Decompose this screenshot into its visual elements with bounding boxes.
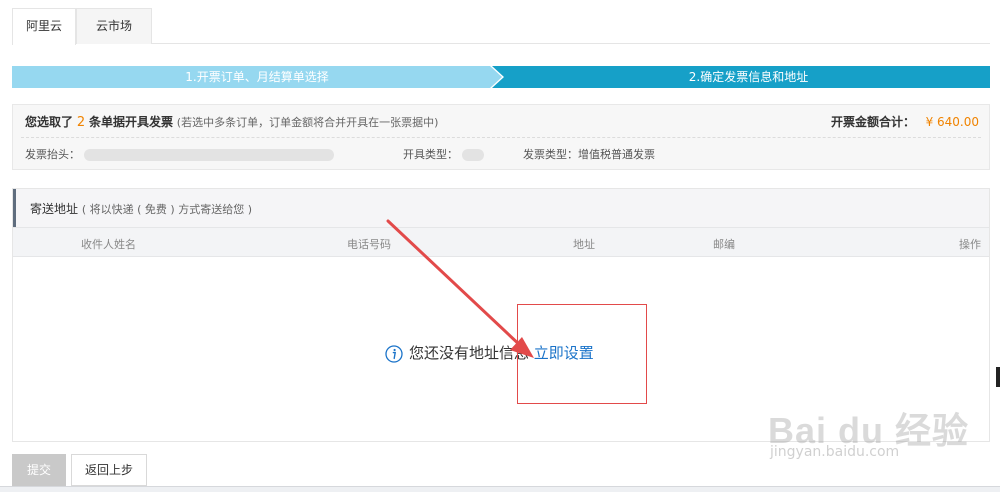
annotation-highlight-box bbox=[517, 304, 647, 404]
watermark-url: jingyan.baidu.com bbox=[770, 444, 900, 460]
baidu-jingyan-watermark: Bai du 经验 jingyan.baidu.com bbox=[768, 402, 968, 472]
status-bar bbox=[0, 486, 1000, 492]
back-button[interactable]: 返回上步 bbox=[71, 454, 147, 486]
edge-mark bbox=[996, 367, 1000, 387]
submit-button[interactable]: 提交 bbox=[12, 454, 66, 486]
